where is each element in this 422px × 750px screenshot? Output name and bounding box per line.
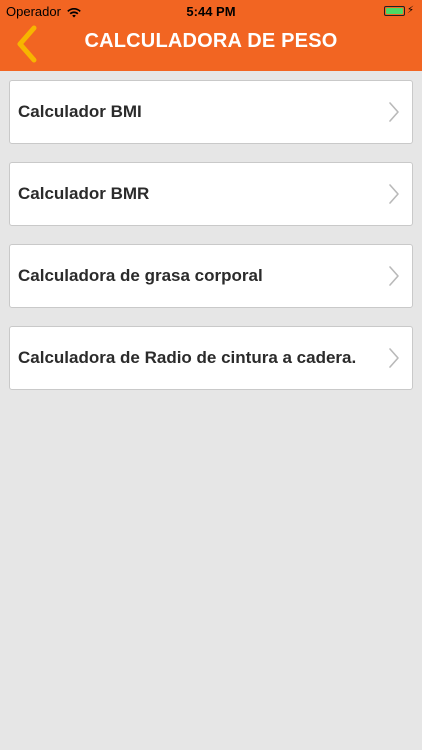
chevron-right-icon [389, 102, 399, 122]
calculator-list: Calculador BMI Calculador BMR Calculador… [9, 80, 413, 408]
battery-body [384, 6, 405, 16]
chevron-right-icon [389, 184, 399, 204]
list-item-waist-hip[interactable]: Calculadora de Radio de cintura a cadera… [9, 326, 413, 390]
charging-bolt-icon: ⚡ [406, 5, 414, 16]
status-bar: Operador 5:44 PM ⚡ [0, 0, 422, 22]
top-bar: Operador 5:44 PM ⚡ CALCULADORA DE PESO [0, 0, 422, 71]
list-item-label: Calculador BMR [18, 184, 150, 203]
list-item-label: Calculadora de grasa corporal [18, 266, 263, 285]
status-time: 5:44 PM [186, 4, 236, 19]
list-item-bmr[interactable]: Calculador BMR [9, 162, 413, 226]
chevron-right-icon [389, 348, 399, 368]
navigation-bar: CALCULADORA DE PESO [0, 22, 422, 71]
page-title: CALCULADORA DE PESO [84, 30, 338, 52]
battery-fill [386, 8, 403, 14]
chevron-right-icon [389, 266, 399, 286]
list-item-bmi[interactable]: Calculador BMI [9, 80, 413, 144]
list-item-label: Calculador BMI [18, 102, 142, 121]
list-item-label: Calculadora de Radio de cintura a cadera… [18, 348, 357, 367]
list-item-body-fat[interactable]: Calculadora de grasa corporal [9, 244, 413, 308]
battery-icon: ⚡ [384, 5, 414, 17]
